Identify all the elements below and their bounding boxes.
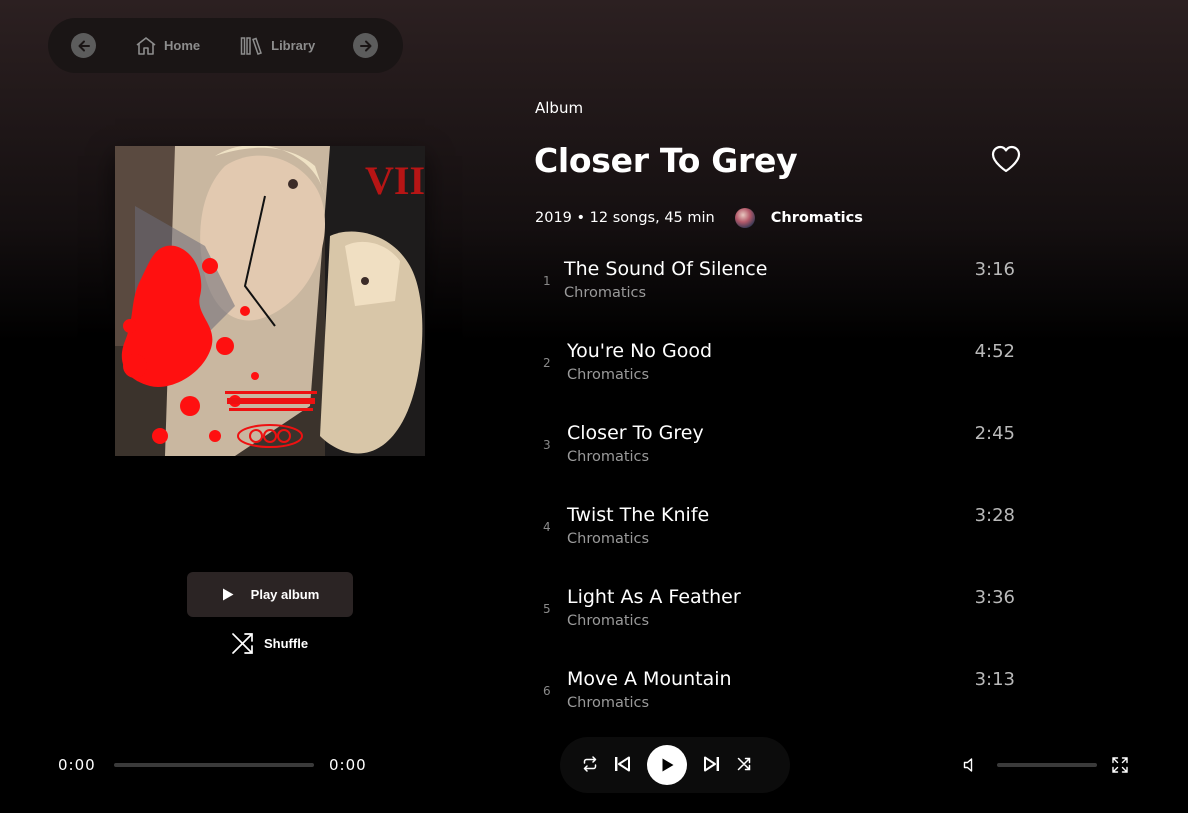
- track-duration: 2:45: [974, 423, 1015, 444]
- track-title: Twist The Knife: [567, 504, 710, 526]
- track-number: 3: [543, 438, 551, 452]
- track-row[interactable]: 6 Move A Mountain Chromatics 3:13: [535, 660, 1025, 720]
- track-title: Move A Mountain: [567, 668, 732, 690]
- track-row[interactable]: 5 Light As A Feather Chromatics 3:36: [535, 578, 1025, 660]
- nav-library[interactable]: Library: [240, 36, 315, 56]
- repeat-button[interactable]: [582, 756, 598, 772]
- mute-button[interactable]: [963, 757, 977, 777]
- next-button[interactable]: [703, 755, 721, 773]
- track-number: 1: [543, 274, 551, 288]
- back-arrow-icon: [78, 40, 90, 51]
- album-meta-text: 2019 • 12 songs, 45 min: [535, 210, 715, 226]
- play-pause-button[interactable]: [647, 745, 687, 785]
- track-title: Light As A Feather: [567, 586, 741, 608]
- album-meta: 2019 • 12 songs, 45 min Chromatics: [535, 208, 863, 228]
- track-row[interactable]: 3 Closer To Grey Chromatics 2:45: [535, 414, 1025, 496]
- track-artist: Chromatics: [567, 449, 650, 465]
- track-row[interactable]: 4 Twist The Knife Chromatics 3:28: [535, 496, 1025, 578]
- track-number: 2: [543, 356, 551, 370]
- track-number: 4: [543, 520, 551, 534]
- track-duration: 3:36: [974, 587, 1015, 608]
- playback-controls: [560, 737, 790, 793]
- nav-home-label: Home: [164, 38, 201, 53]
- track-number: 5: [543, 602, 551, 616]
- track-title: Closer To Grey: [567, 422, 704, 444]
- track-title: The Sound Of Silence: [564, 258, 768, 280]
- track-duration: 3:28: [974, 505, 1015, 526]
- track-artist: Chromatics: [567, 531, 650, 547]
- forward-arrow-icon: [359, 40, 372, 51]
- top-navigation: Home Library: [48, 18, 403, 73]
- progress-slider[interactable]: [114, 763, 314, 767]
- album-type-label: Album: [535, 99, 584, 117]
- track-title: You're No Good: [567, 340, 713, 362]
- forward-button[interactable]: [353, 33, 379, 58]
- shuffle-icon: [737, 757, 751, 771]
- previous-icon: [615, 756, 630, 772]
- shuffle-icon: [232, 633, 253, 654]
- artist-avatar[interactable]: [734, 208, 755, 228]
- track-list: 1 The Sound Of Silence Chromatics 3:16 2…: [535, 250, 1025, 720]
- library-icon: [240, 36, 263, 55]
- volume-slider[interactable]: [997, 763, 1097, 767]
- shuffle-label: Shuffle: [264, 636, 309, 651]
- favorite-button[interactable]: [991, 145, 1021, 177]
- play-icon: [222, 588, 234, 601]
- fullscreen-icon: [1112, 757, 1128, 773]
- track-duration: 3:16: [974, 259, 1015, 280]
- next-icon: [704, 756, 719, 772]
- track-row[interactable]: 1 The Sound Of Silence Chromatics 3:16: [535, 250, 1025, 332]
- home-icon: [136, 36, 156, 55]
- repeat-icon: [583, 756, 597, 772]
- play-album-label: Play album: [250, 587, 320, 602]
- track-artist: Chromatics: [567, 367, 650, 383]
- track-artist: Chromatics: [567, 695, 650, 711]
- volume-icon: [963, 758, 973, 772]
- track-artist: Chromatics: [564, 285, 647, 301]
- artist-link[interactable]: Chromatics: [771, 210, 863, 226]
- track-artist: Chromatics: [567, 613, 650, 629]
- nav-library-label: Library: [271, 38, 316, 53]
- previous-button[interactable]: [613, 755, 631, 773]
- track-number: 6: [543, 684, 551, 698]
- album-cover: VII: [115, 146, 425, 456]
- back-button[interactable]: [71, 33, 96, 58]
- heart-icon: [991, 145, 1021, 173]
- play-album-button[interactable]: Play album: [187, 572, 353, 617]
- fullscreen-button[interactable]: [1111, 756, 1129, 778]
- nav-home[interactable]: Home: [135, 36, 200, 56]
- total-time: 0:00: [329, 756, 367, 774]
- elapsed-time: 0:00: [58, 756, 96, 774]
- track-duration: 3:13: [974, 669, 1015, 690]
- play-icon: [662, 758, 674, 772]
- cover-roman-numeral: VII: [365, 158, 425, 203]
- album-title: Closer To Grey: [534, 141, 798, 180]
- shuffle-button[interactable]: [737, 757, 751, 771]
- shuffle-album-button[interactable]: Shuffle: [231, 632, 308, 655]
- track-row[interactable]: 2 You're No Good Chromatics 4:52: [535, 332, 1025, 414]
- track-duration: 4:52: [974, 341, 1015, 362]
